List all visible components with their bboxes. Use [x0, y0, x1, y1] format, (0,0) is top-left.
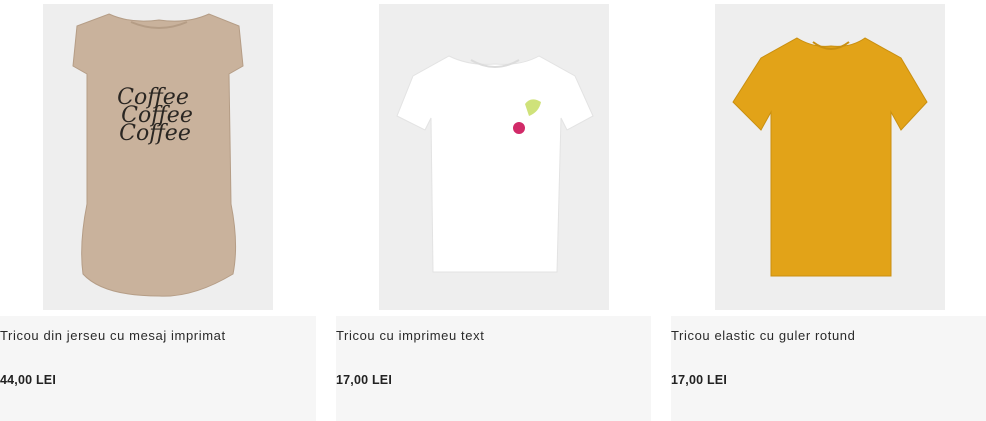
product-price: 17,00 LEI: [336, 373, 392, 387]
product-card[interactable]: Tricou elastic cu guler rotund 17,00 LEI: [651, 0, 986, 421]
product-info: Tricou elastic cu guler rotund 17,00 LEI: [671, 316, 986, 421]
product-card[interactable]: Coffee Coffee Coffee Tricou din jerseu c…: [0, 0, 316, 421]
svg-text:Coffee: Coffee: [119, 121, 191, 146]
product-image[interactable]: [715, 4, 945, 310]
product-price: 17,00 LEI: [671, 373, 727, 387]
product-price: 44,00 LEI: [0, 373, 56, 387]
product-info: Tricou cu imprimeu text 17,00 LEI: [336, 316, 651, 421]
product-card[interactable]: Tricou cu imprimeu text 17,00 LEI: [316, 0, 651, 421]
product-name[interactable]: Tricou din jerseu cu mesaj imprimat: [0, 328, 226, 343]
product-info: Tricou din jerseu cu mesaj imprimat 44,0…: [0, 316, 316, 421]
product-image[interactable]: [379, 4, 609, 310]
product-grid: Coffee Coffee Coffee Tricou din jerseu c…: [0, 0, 986, 421]
product-image[interactable]: Coffee Coffee Coffee: [43, 4, 273, 310]
product-name[interactable]: Tricou elastic cu guler rotund: [671, 328, 855, 343]
product-name[interactable]: Tricou cu imprimeu text: [336, 328, 484, 343]
